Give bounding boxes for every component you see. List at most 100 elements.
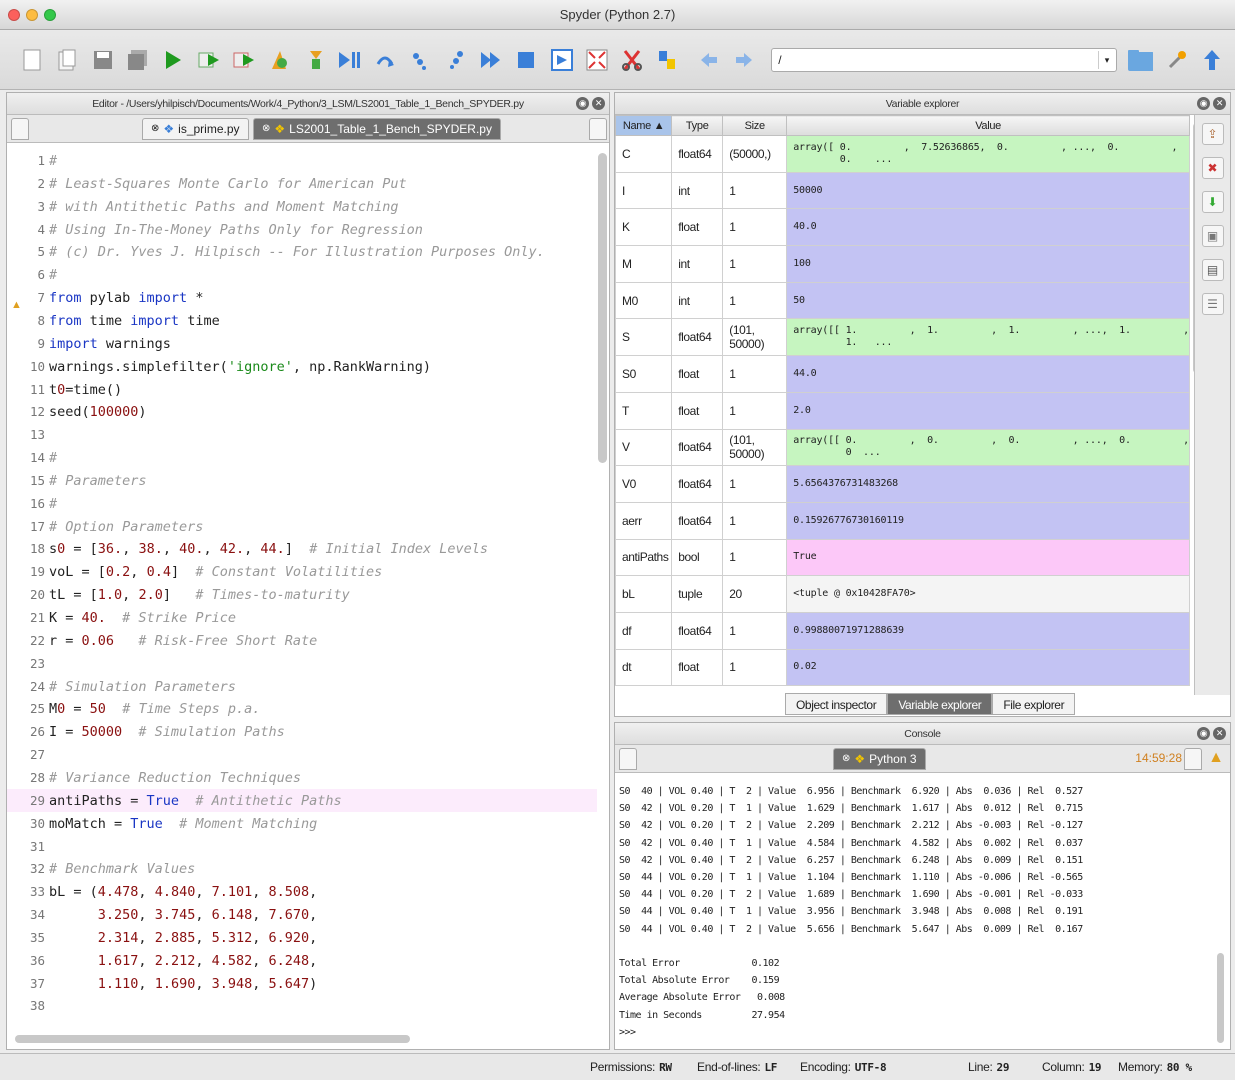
variable-row[interactable]: dt float 1 0.02 bbox=[614, 648, 1190, 687]
step-return-icon[interactable] bbox=[444, 47, 468, 73]
code-line[interactable]: 17 # Option Parameters bbox=[7, 515, 597, 538]
forward-arrow-icon[interactable] bbox=[732, 47, 756, 73]
code-editor[interactable]: 1 #2 # Least-Squares Monte Carlo for Ameri… bbox=[7, 145, 597, 1025]
chevron-down-icon[interactable]: ▾ bbox=[1098, 50, 1114, 69]
variable-value[interactable]: array([[ 0. , 0. , 0. , ..., 0. , 0 ... bbox=[786, 428, 1190, 467]
import-arrow-icon[interactable]: ⬇ bbox=[1201, 191, 1224, 213]
variable-row[interactable]: df float64 1 0.99880071971288639 bbox=[614, 611, 1190, 650]
code-line[interactable]: 28 # Variance Reduction Techniques bbox=[7, 766, 597, 789]
code-line[interactable]: 14 # bbox=[7, 446, 597, 469]
code-line[interactable]: 3 # with Antithetic Paths and Moment Matc… bbox=[7, 195, 597, 218]
variable-value[interactable]: 50000 bbox=[786, 171, 1190, 210]
folder-icon[interactable] bbox=[1127, 47, 1154, 73]
code-line[interactable]: 20 tL = [1.0, 2.0] # Times-to-maturity bbox=[7, 583, 597, 606]
code-line[interactable]: 13 bbox=[7, 423, 597, 446]
save-data-as-icon[interactable]: ▤ bbox=[1201, 259, 1224, 281]
step-into-icon[interactable] bbox=[408, 47, 432, 73]
code-line[interactable]: 2 # Least-Squares Monte Carlo for America… bbox=[7, 172, 597, 195]
change-directory-icon[interactable] bbox=[1164, 47, 1188, 73]
variable-row[interactable]: bL tuple 20 <tuple @ 0x10428FA70> bbox=[614, 575, 1190, 613]
stop-icon[interactable] bbox=[514, 47, 538, 73]
code-line[interactable]: 29 antiPaths = True # Antithetic Paths bbox=[7, 788, 597, 812]
console-options-button[interactable] bbox=[1184, 748, 1202, 770]
remove-all-icon[interactable]: ✖ bbox=[1201, 157, 1224, 179]
debug-icon[interactable] bbox=[267, 47, 291, 73]
minimize-window-button[interactable] bbox=[26, 9, 38, 21]
variable-row[interactable]: Iint 1 50000 bbox=[614, 171, 1190, 210]
editor-options-button[interactable] bbox=[589, 118, 607, 140]
column-header-value[interactable]: Value bbox=[786, 115, 1190, 136]
variable-value[interactable]: array([[ 1. , 1. , 1. , ..., 1. , 1. ... bbox=[786, 318, 1190, 357]
code-line[interactable]: 35 2.314, 2.885, 5.312, 6.920, bbox=[7, 926, 597, 949]
variable-value[interactable]: <tuple @ 0x10428FA70> bbox=[786, 575, 1190, 613]
run-config-icon[interactable] bbox=[232, 47, 256, 73]
code-line[interactable]: 8 from time import time bbox=[7, 309, 597, 332]
close-tab-icon[interactable]: ⊗ bbox=[151, 118, 159, 140]
variable-row[interactable]: Kfloat 1 40.0 bbox=[614, 208, 1190, 247]
code-line[interactable]: 4 # Using In-The-Money Paths Only for Reg… bbox=[7, 218, 597, 241]
code-line[interactable]: 5 # (c) Dr. Yves J. Hilpisch -- For Illus… bbox=[7, 240, 597, 263]
maximize-pane-icon[interactable] bbox=[549, 47, 573, 73]
variable-row[interactable]: antiPaths bool 1 True bbox=[614, 538, 1190, 577]
code-line[interactable]: 38 bbox=[7, 994, 597, 1017]
preferences-icon[interactable] bbox=[620, 47, 644, 73]
tab-python-console[interactable]: ⊗ ❖ Python 3 bbox=[833, 748, 926, 770]
browse-tabs-button[interactable] bbox=[11, 118, 29, 140]
code-line[interactable]: 22 r = 0.06 # Risk-Free Short Rate bbox=[7, 629, 597, 652]
tab-object-inspector[interactable]: Object inspector bbox=[785, 693, 888, 715]
code-line[interactable]: 16 # bbox=[7, 492, 597, 515]
code-line[interactable]: 32 # Benchmark Values bbox=[7, 857, 597, 880]
code-line[interactable]: 33 bL = (4.478, 4.840, 7.101, 8.508, bbox=[7, 880, 597, 903]
variable-value[interactable]: 50 bbox=[786, 281, 1190, 320]
column-header-type[interactable]: Type bbox=[671, 115, 724, 136]
column-header-name[interactable]: Name ▲ bbox=[614, 115, 673, 136]
code-line[interactable]: 25 M0 = 50 # Time Steps p.a. bbox=[7, 697, 597, 720]
variable-value[interactable]: 0.99880071971288639 bbox=[786, 611, 1190, 650]
undock-icon[interactable]: ◉ bbox=[1197, 97, 1210, 110]
close-pane-icon[interactable]: ✕ bbox=[592, 97, 605, 110]
working-directory-input[interactable]: / ▾ bbox=[771, 47, 1118, 72]
code-line[interactable]: 1 # bbox=[7, 149, 597, 172]
code-line[interactable]: 37 1.110, 1.690, 3.948, 5.647) bbox=[7, 972, 597, 995]
warning-icon[interactable]: ▲ bbox=[1208, 749, 1224, 767]
editor-vertical-scrollbar[interactable] bbox=[598, 153, 607, 463]
variable-value[interactable]: True bbox=[786, 538, 1190, 577]
variable-value[interactable]: 100 bbox=[786, 245, 1190, 283]
variable-row[interactable]: Mint 1 100 bbox=[614, 245, 1190, 283]
step-over-icon[interactable] bbox=[373, 47, 397, 73]
close-window-button[interactable] bbox=[8, 9, 20, 21]
tab-file-explorer[interactable]: File explorer bbox=[992, 693, 1076, 715]
code-line[interactable]: 31 bbox=[7, 835, 597, 858]
column-header-size[interactable]: Size bbox=[722, 115, 788, 136]
code-line[interactable]: 6 # bbox=[7, 263, 597, 286]
code-line[interactable]: 11 t0=time() bbox=[7, 378, 597, 401]
warning-icon[interactable]: ▲ bbox=[11, 299, 22, 311]
new-file-icon[interactable] bbox=[20, 47, 44, 73]
variable-value[interactable]: 2.0 bbox=[786, 391, 1190, 430]
variable-row[interactable]: M0 int 1 50 bbox=[614, 281, 1190, 320]
code-line[interactable]: 18 s0 = [36., 38., 40., 42., 44.] # Initi… bbox=[7, 537, 597, 560]
import-data-icon[interactable]: ⇪ bbox=[1201, 123, 1224, 145]
variable-row[interactable]: aerr float64 1 0.15926776730160119 bbox=[614, 501, 1190, 540]
run-selection-icon[interactable] bbox=[196, 47, 220, 73]
variable-value[interactable]: 40.0 bbox=[786, 208, 1190, 247]
variable-row[interactable]: Sfloat64 (101, 50000) array([[ 1. , 1. , 1… bbox=[614, 318, 1190, 357]
python-path-icon[interactable] bbox=[655, 47, 679, 73]
undock-icon[interactable]: ◉ bbox=[576, 97, 589, 110]
fullscreen-icon[interactable] bbox=[585, 47, 609, 73]
code-line[interactable]: 9 import warnings bbox=[7, 332, 597, 355]
back-arrow-icon[interactable] bbox=[697, 47, 721, 73]
run-icon[interactable] bbox=[161, 47, 185, 73]
variable-value[interactable]: 0.15926776730160119 bbox=[786, 501, 1190, 540]
console-scrollbar[interactable] bbox=[1217, 953, 1224, 1043]
tab-ls2001-bench[interactable]: ⊗ ❖ LS2001_Table_1_Bench_SPYDER.py bbox=[253, 118, 501, 140]
debug-run-icon[interactable] bbox=[302, 47, 326, 73]
save-icon[interactable] bbox=[91, 47, 115, 73]
code-line[interactable]: 27 bbox=[7, 743, 597, 766]
tab-variable-explorer[interactable]: Variable explorer bbox=[887, 693, 993, 715]
variable-row[interactable]: Vfloat64 (101, 50000) array([[ 0. , 0. , 0… bbox=[614, 428, 1190, 467]
code-line[interactable]: 36 1.617, 2.212, 4.582, 6.248, bbox=[7, 949, 597, 972]
open-file-icon[interactable] bbox=[55, 47, 79, 73]
options-menu-icon[interactable]: ☰ bbox=[1201, 293, 1224, 315]
browse-tabs-button[interactable] bbox=[619, 748, 637, 770]
